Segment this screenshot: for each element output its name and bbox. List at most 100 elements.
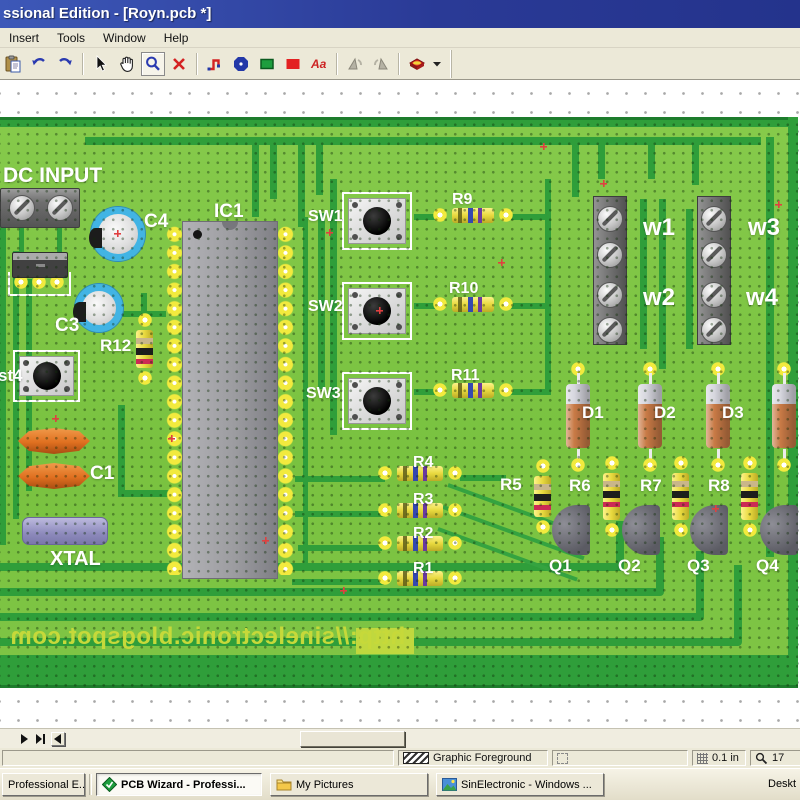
resistor-r11[interactable] <box>452 383 494 398</box>
paste-icon[interactable] <box>1 52 25 76</box>
switch-sw3[interactable] <box>342 372 412 430</box>
switch-rst4[interactable] <box>13 350 80 402</box>
label-w4: w4 <box>746 284 778 312</box>
undo-icon[interactable] <box>27 52 51 76</box>
menu-insert[interactable]: Insert <box>0 29 48 47</box>
pcb-trace <box>508 303 546 309</box>
magnifier-icon <box>755 752 768 765</box>
rectangle-icon[interactable] <box>255 52 279 76</box>
red-marker <box>326 229 333 236</box>
toolbar-separator <box>196 53 198 75</box>
menu-tools[interactable]: Tools <box>48 29 94 47</box>
status-grid-cell[interactable]: 0.1 in <box>692 750 746 766</box>
transistor-q2[interactable] <box>622 505 660 555</box>
red-marker <box>540 143 547 150</box>
status-bar: Graphic Foreground 0.1 in 17 <box>0 748 800 768</box>
menu-window[interactable]: Window <box>94 29 155 47</box>
silkscreen-outline <box>8 272 71 296</box>
layer-swatch-icon <box>403 752 429 764</box>
label-c4: C4 <box>144 211 168 233</box>
taskbar-button-professional[interactable]: Professional E... <box>2 773 85 796</box>
nav-next-icon[interactable] <box>17 732 31 746</box>
label-sw3: SW3 <box>306 385 341 403</box>
menu-bar: Insert Tools Window Help <box>0 28 800 48</box>
redo-icon[interactable] <box>53 52 77 76</box>
pcb-trace <box>545 179 551 395</box>
toolbar-edge <box>450 50 452 78</box>
capacitor-c4[interactable] <box>91 207 145 261</box>
status-zoom-cell[interactable]: 17 <box>750 750 800 766</box>
toolbar-separator <box>398 53 400 75</box>
rotate-right-icon[interactable] <box>369 52 393 76</box>
dropdown-arrow-icon[interactable] <box>431 52 443 76</box>
picture-icon <box>442 778 457 791</box>
resistor-r8[interactable] <box>741 473 758 520</box>
label-ic1: IC1 <box>214 201 244 223</box>
desktop-toolbar-label[interactable]: Deskt <box>768 778 796 790</box>
pcb-trace <box>270 137 277 199</box>
delete-icon[interactable] <box>167 52 191 76</box>
pad-icon[interactable] <box>229 52 253 76</box>
label-rst4: st4 <box>0 366 23 386</box>
pcb-trace <box>292 579 384 585</box>
resistor-r12[interactable] <box>136 330 153 368</box>
label-r5: R5 <box>500 475 522 495</box>
pcb-trace <box>648 137 655 179</box>
window-title: ssional Edition - [Royn.pcb *] <box>3 5 211 22</box>
pcb-trace <box>85 137 761 145</box>
text-icon[interactable]: Aa <box>307 52 331 76</box>
terminal-block-w34[interactable] <box>697 196 731 345</box>
resistor-r5[interactable] <box>534 476 551 517</box>
pcb-trace <box>298 545 382 551</box>
nav-last-icon[interactable] <box>34 732 48 746</box>
track-icon[interactable] <box>203 52 227 76</box>
pcb-trace <box>598 137 605 179</box>
label-r10: R10 <box>449 280 478 298</box>
crystal-xtal[interactable] <box>22 517 108 545</box>
taskbar-button-sinelectronic[interactable]: SinElectronic - Windows ... <box>436 773 604 796</box>
ic-body <box>182 221 278 579</box>
menu-help[interactable]: Help <box>155 29 198 47</box>
taskbar-button-my-pictures[interactable]: My Pictures <box>270 773 428 796</box>
terminal-screw <box>47 195 73 221</box>
select-icon[interactable] <box>89 52 113 76</box>
red-marker <box>600 180 607 187</box>
label-r2: R2 <box>413 525 433 543</box>
terminal-block-w12[interactable] <box>593 196 627 345</box>
zoom-icon[interactable] <box>141 52 165 76</box>
pcb-trace <box>252 137 259 217</box>
pcb-trace <box>692 137 699 185</box>
red-marker <box>712 505 719 512</box>
label-r7: R7 <box>640 476 662 496</box>
resistor-r7[interactable] <box>672 473 689 520</box>
resistor-r10[interactable] <box>452 297 494 312</box>
label-q2: Q2 <box>618 556 641 576</box>
svg-text:Aa: Aa <box>310 57 327 71</box>
capacitor-c1b[interactable] <box>18 463 90 489</box>
dc-terminal-block[interactable] <box>0 188 80 228</box>
transistor-q3[interactable] <box>690 505 728 555</box>
pcb-board: DC INPUT C4 C3 R12 st4 C1 XTAL IC1 SW1 S… <box>0 117 798 688</box>
design-canvas[interactable]: DC INPUT C4 C3 R12 st4 C1 XTAL IC1 SW1 S… <box>0 80 800 728</box>
resistor-r6[interactable] <box>603 473 620 520</box>
label-xtal: XTAL <box>50 548 101 571</box>
filled-rectangle-icon[interactable] <box>281 52 305 76</box>
switch-sw1[interactable] <box>342 192 412 250</box>
label-r6: R6 <box>569 476 591 496</box>
capacitor-c3[interactable] <box>75 284 123 332</box>
taskbar-button-pcb-wizard[interactable]: PCB Wizard - Professi... <box>96 773 262 796</box>
window-titlebar[interactable]: ssional Edition - [Royn.pcb *] <box>0 0 800 28</box>
ic1-chip[interactable] <box>165 221 295 579</box>
diode-d4[interactable] <box>772 362 796 472</box>
bitmap-3d-icon[interactable] <box>405 52 429 76</box>
label-q3: Q3 <box>687 556 710 576</box>
scrollbar-thumb[interactable] <box>300 731 405 747</box>
rotate-left-icon[interactable] <box>343 52 367 76</box>
status-layer-cell[interactable]: Graphic Foreground <box>398 750 548 766</box>
pcb-wizard-icon <box>102 777 117 792</box>
label-r3: R3 <box>413 491 433 509</box>
pan-hand-icon[interactable] <box>115 52 139 76</box>
capacitor-c1a[interactable] <box>18 428 90 454</box>
resistor-r9[interactable] <box>452 208 494 223</box>
nav-prev-icon[interactable] <box>51 732 65 746</box>
